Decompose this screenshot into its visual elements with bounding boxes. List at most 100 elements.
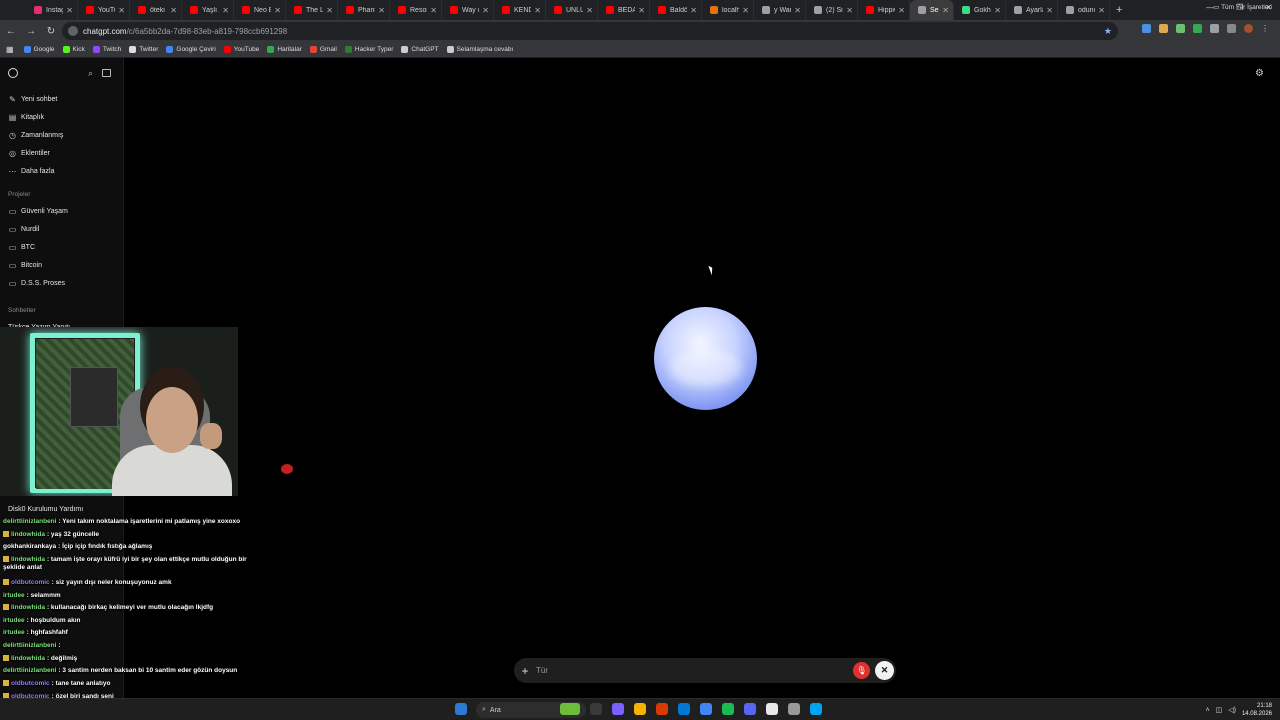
tab-close-icon[interactable]: ✕ — [586, 6, 593, 15]
puzzle-icon[interactable] — [1210, 24, 1219, 33]
extension-icon[interactable] — [1176, 24, 1185, 33]
browser-tab[interactable]: YouTub✕ — [78, 0, 130, 20]
apps-grid-icon[interactable]: ▦ — [6, 45, 14, 54]
taskbar-app-icon[interactable] — [722, 703, 734, 715]
bookmark-star-icon[interactable]: ★ — [1104, 26, 1112, 37]
tab-close-icon[interactable]: ✕ — [274, 6, 281, 15]
sidebar-toggle-icon[interactable] — [102, 69, 111, 77]
tab-close-icon[interactable]: ✕ — [222, 6, 229, 15]
bookmark-item[interactable]: Twitter — [129, 46, 158, 53]
profile-avatar[interactable] — [1244, 24, 1253, 33]
network-icon[interactable]: ◫ — [1216, 706, 1223, 714]
back-icon[interactable]: ← — [2, 26, 20, 37]
bookmark-item[interactable]: Selamlaşma cevabı — [446, 46, 513, 53]
tab-close-icon[interactable]: ✕ — [1098, 6, 1105, 15]
browser-tab[interactable]: ÜNLÜ ✕ — [546, 0, 598, 20]
end-voice-button[interactable]: ✕ — [875, 661, 894, 680]
bookmark-item[interactable]: Haritalar — [267, 46, 302, 53]
browser-tab[interactable]: y Warı✕ — [754, 0, 806, 20]
taskbar-app-icon[interactable] — [788, 703, 800, 715]
reload-icon[interactable]: ↻ — [42, 26, 60, 37]
bookmark-item[interactable]: Twitch — [92, 46, 121, 53]
sidebar-item-2[interactable]: ◷ Zamanlanmış — [8, 128, 63, 142]
tab-close-icon[interactable]: ✕ — [1046, 6, 1053, 15]
chevron-up-icon[interactable]: ˄ — [1206, 707, 1210, 714]
tab-close-icon[interactable]: ✕ — [326, 6, 333, 15]
browser-tab[interactable]: oduno✕ — [1058, 0, 1110, 20]
tab-close-icon[interactable]: ✕ — [898, 6, 905, 15]
mute-mic-button[interactable]: 🎙 — [853, 662, 870, 679]
tab-close-icon[interactable]: ✕ — [430, 6, 437, 15]
bookmark-item[interactable]: Hacker Typer — [344, 46, 393, 53]
sidepanel-icon[interactable] — [1227, 24, 1236, 33]
browser-tab[interactable]: localh ✕ — [702, 0, 754, 20]
project-item-2[interactable]: ▭ BTC — [8, 240, 35, 254]
bookmark-item[interactable]: YouTube — [223, 46, 259, 53]
browser-tab[interactable]: The Lo✕ — [286, 0, 338, 20]
tab-close-icon[interactable]: ✕ — [638, 6, 645, 15]
tab-close-icon[interactable]: ✕ — [942, 6, 949, 15]
address-bar[interactable]: chatgpt.com/c/6a5bb2da-7d98-83eb-a819-79… — [62, 22, 1118, 40]
taskbar-app-icon[interactable] — [744, 703, 756, 715]
tab-close-icon[interactable]: ✕ — [482, 6, 489, 15]
tab-close-icon[interactable]: ✕ — [846, 6, 853, 15]
project-item-4[interactable]: ▭ D.S.S. Proses — [8, 276, 65, 290]
windows-start-icon[interactable] — [455, 703, 467, 715]
browser-tab[interactable]: Sel ✕ — [910, 0, 954, 20]
browser-tab[interactable]: Resona✕ — [390, 0, 442, 20]
bookmark-item[interactable]: ChatGPT — [401, 46, 439, 53]
browser-tab[interactable]: Baldö ✕ — [650, 0, 702, 20]
tab-close-icon[interactable]: ✕ — [66, 6, 73, 15]
tab-close-icon[interactable]: ✕ — [690, 6, 697, 15]
browser-tab[interactable]: Yaşlı Al✕ — [182, 0, 234, 20]
sidebar-item-0[interactable]: ✎ Yeni sohbet — [8, 92, 57, 106]
browser-tab[interactable]: Ayarla✕ — [1006, 0, 1058, 20]
message-input[interactable] — [536, 666, 896, 675]
taskbar-app-icon[interactable] — [766, 703, 778, 715]
taskbar-app-icon[interactable] — [656, 703, 668, 715]
browser-tab[interactable]: (2) Sin✕ — [806, 0, 858, 20]
extension-icon[interactable] — [1142, 24, 1151, 33]
openai-logo-icon[interactable] — [8, 68, 18, 78]
tab-close-icon[interactable]: ✕ — [742, 6, 749, 15]
sidebar-item-3[interactable]: ◎ Eklentiler — [8, 146, 50, 160]
project-item-3[interactable]: ▭ Bitcoin — [8, 258, 42, 272]
extension-icon[interactable] — [1193, 24, 1202, 33]
bookmark-item[interactable]: Google Çeviri — [166, 46, 216, 53]
browser-tab[interactable]: HippiC✕ — [858, 0, 910, 20]
tab-close-icon[interactable]: ✕ — [378, 6, 385, 15]
all-bookmarks-folder[interactable]: ▭ Tüm Yer İşaretleri — [1213, 3, 1272, 11]
new-tab-icon[interactable]: + — [1116, 4, 1122, 16]
tab-close-icon[interactable]: ✕ — [994, 6, 1001, 15]
volume-icon[interactable]: ◁) — [1228, 706, 1236, 714]
sidebar-item-1[interactable]: ▤ Kitaplık — [8, 110, 44, 124]
sidebar-item-4[interactable]: ⋯ Daha fazla — [8, 164, 55, 178]
forward-icon[interactable]: → — [22, 26, 40, 37]
browser-tab[interactable]: KENDİ✕ — [494, 0, 546, 20]
taskbar-app-icon[interactable] — [634, 703, 646, 715]
taskbar-app-icon[interactable] — [590, 703, 602, 715]
tab-close-icon[interactable]: ✕ — [118, 6, 125, 15]
site-info-icon[interactable] — [68, 26, 78, 36]
extension-icon[interactable] — [1159, 24, 1168, 33]
clock[interactable]: 21:18 14.08.2026 — [1242, 702, 1272, 718]
project-item-0[interactable]: ▭ Güvenli Yaşam — [8, 204, 68, 218]
tab-close-icon[interactable]: ✕ — [794, 6, 801, 15]
plus-icon[interactable]: + — [514, 664, 536, 678]
browser-tab[interactable]: Neo Bi✕ — [234, 0, 286, 20]
voice-settings-icon[interactable]: ⚙ — [1255, 68, 1264, 79]
chat-history-item[interactable]: Disk0 Kurulumu Yardımı — [8, 502, 83, 516]
menu-dots-icon[interactable]: ⋮ — [1261, 24, 1270, 33]
tab-close-icon[interactable]: ✕ — [534, 6, 541, 15]
bookmark-item[interactable]: Kick — [62, 46, 85, 53]
taskbar-app-icon[interactable] — [700, 703, 712, 715]
browser-tab[interactable]: Instagr✕ — [26, 0, 78, 20]
tab-close-icon[interactable]: ✕ — [170, 6, 177, 15]
bookmark-item[interactable]: Google — [23, 46, 55, 53]
bookmark-item[interactable]: Gmail — [309, 46, 337, 53]
browser-tab[interactable]: BEDAV✕ — [598, 0, 650, 20]
browser-tab[interactable]: Gokha✕ — [954, 0, 1006, 20]
browser-tab[interactable]: Phantc✕ — [338, 0, 390, 20]
browser-tab[interactable]: Way of✕ — [442, 0, 494, 20]
taskbar-app-icon[interactable] — [810, 703, 822, 715]
